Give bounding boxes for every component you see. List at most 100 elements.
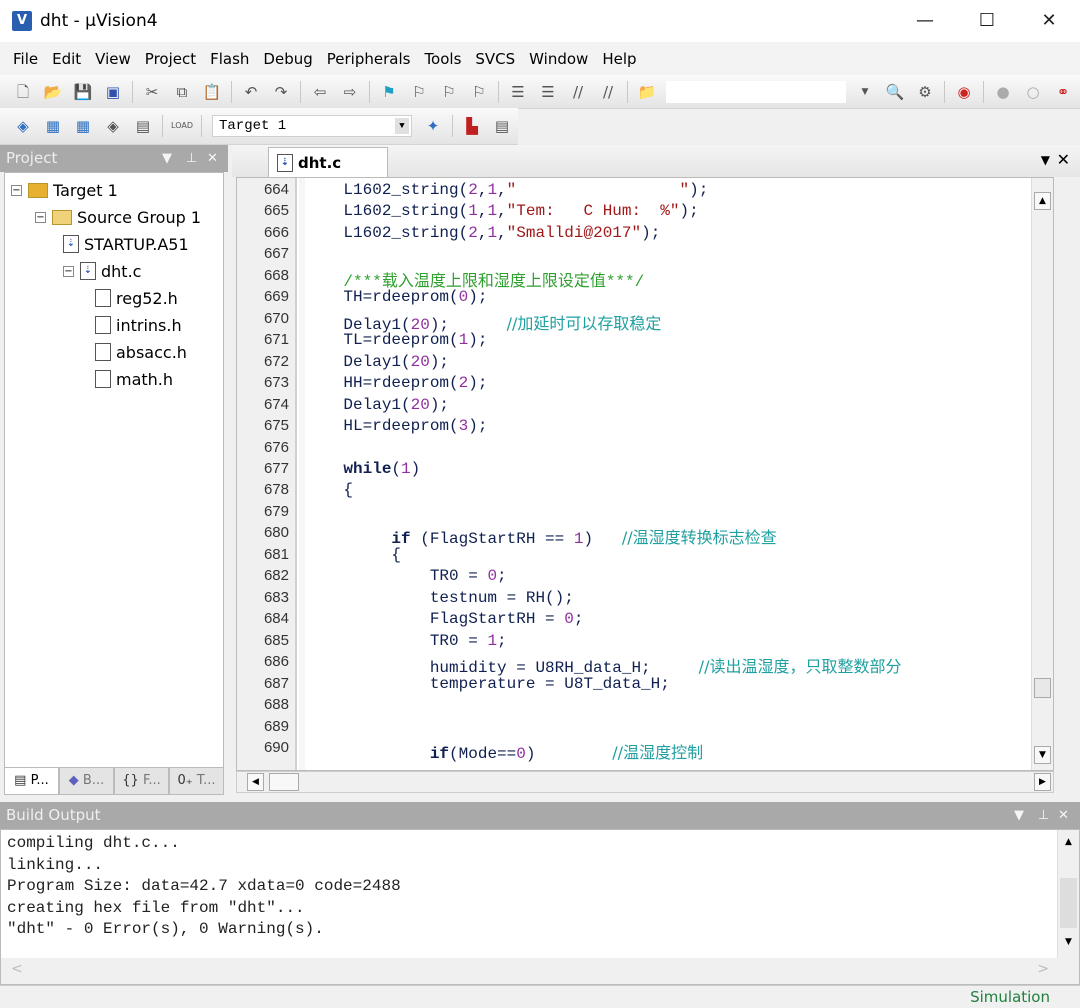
cut-icon[interactable]: ✂	[141, 81, 163, 103]
redo-icon[interactable]: ↷	[270, 81, 292, 103]
translate-icon[interactable]: ◈	[12, 115, 34, 137]
build-icon[interactable]: ▦	[42, 115, 64, 137]
project-tree: − Target 1 − Source Group 1 ⇣ STARTUP.A51 − ⇣ dh…	[4, 172, 224, 768]
batch-build-icon[interactable]: ◈	[102, 115, 124, 137]
save-icon[interactable]: 💾	[72, 81, 94, 103]
scroll-right-icon[interactable]: >	[1037, 961, 1049, 977]
project-panel-title: Project	[6, 149, 58, 167]
menu-peripherals[interactable]: Peripherals	[320, 50, 418, 68]
code-area[interactable]: 664 665 666 667 668 669 670 671 672 673 674 675 676 6…	[236, 177, 1054, 771]
menu-edit[interactable]: Edit	[45, 50, 88, 68]
collapse-icon[interactable]: −	[63, 265, 74, 277]
comment-icon[interactable]: //	[567, 81, 589, 103]
tab-list-icon[interactable]: ▼	[1041, 153, 1050, 167]
scroll-thumb[interactable]	[1060, 878, 1077, 928]
find-icon[interactable]: 🔍	[884, 81, 906, 103]
prev-bookmark-icon[interactable]: ⚐	[408, 81, 430, 103]
disable-breakpoint-icon[interactable]: ○	[1022, 81, 1044, 103]
copy-icon[interactable]: ⧉	[171, 81, 193, 103]
panel-menu-icon[interactable]: ▼	[1014, 802, 1024, 829]
uncomment-icon[interactable]: //	[597, 81, 619, 103]
output-vertical-scrollbar[interactable]: ▲ ▼	[1057, 830, 1079, 958]
project-tab-3[interactable]: 0₊ T...	[169, 767, 224, 795]
menu-help[interactable]: Help	[595, 50, 643, 68]
tree-item[interactable]: math.h	[95, 367, 173, 391]
tree-item[interactable]: absacc.h	[95, 340, 187, 364]
output-horizontal-scrollbar[interactable]: < >	[1, 958, 1079, 984]
open-folder-icon[interactable]: 📂	[42, 81, 64, 103]
hscroll-thumb[interactable]	[269, 773, 299, 791]
horizontal-scrollbar[interactable]: ◀ ▶	[236, 771, 1054, 793]
panel-close-icon[interactable]: ✕	[207, 145, 218, 172]
scroll-left-icon[interactable]: ◀	[247, 773, 264, 791]
download-icon[interactable]: LOAD	[171, 115, 193, 137]
clear-bookmarks-icon[interactable]: ⚐	[468, 81, 490, 103]
find-input[interactable]	[666, 80, 846, 103]
menu-svcs[interactable]: SVCS	[468, 50, 522, 68]
find-in-files-icon[interactable]: 📁	[636, 81, 658, 103]
tree-item[interactable]: ⇣ STARTUP.A51	[63, 232, 189, 256]
scroll-up-icon[interactable]: ▲	[1060, 834, 1077, 852]
scroll-down-icon[interactable]: ▼	[1060, 934, 1077, 952]
menu-debug[interactable]: Debug	[256, 50, 319, 68]
kill-breakpoints-icon[interactable]: ⚭	[1052, 81, 1074, 103]
close-button[interactable]: ✕	[1018, 0, 1080, 42]
incremental-find-icon[interactable]: ⚙	[914, 81, 936, 103]
next-bookmark-icon[interactable]: ⚐	[438, 81, 460, 103]
menu-file[interactable]: File	[6, 50, 45, 68]
tree-item[interactable]: reg52.h	[95, 286, 178, 310]
manage-components-icon[interactable]: ▙	[461, 115, 483, 137]
scroll-right-icon[interactable]: ▶	[1034, 773, 1051, 791]
collapse-icon[interactable]: −	[35, 211, 46, 223]
menu-tools[interactable]: Tools	[417, 50, 468, 68]
tree-item[interactable]: − ⇣ dht.c	[63, 259, 141, 283]
rebuild-icon[interactable]: ▦	[72, 115, 94, 137]
target-options-icon[interactable]: ✦	[422, 115, 444, 137]
new-file-icon[interactable]: 🗋	[12, 81, 34, 103]
paste-icon[interactable]: 📋	[201, 81, 223, 103]
breakpoint-icon[interactable]: ●	[992, 81, 1014, 103]
menu-flash[interactable]: Flash	[203, 50, 256, 68]
project-tab-1[interactable]: ◆ B...	[59, 767, 114, 795]
code-token: 1	[487, 181, 498, 199]
menu-window[interactable]: Window	[522, 50, 595, 68]
code-line: if(Mode==0) //温湿度控制	[305, 739, 703, 763]
code-token: ;	[497, 567, 507, 586]
unindent-icon[interactable]: ☰	[537, 81, 559, 103]
scroll-up-icon[interactable]: ▲	[1034, 192, 1051, 210]
panel-menu-icon[interactable]: ▼	[162, 145, 172, 172]
scroll-left-icon[interactable]: <	[11, 961, 23, 977]
code-token: FlagStartRH =	[305, 610, 565, 629]
stop-build-icon[interactable]: ▤	[132, 115, 154, 137]
tab-close-icon[interactable]: ✕	[1057, 150, 1070, 169]
menu-project[interactable]: Project	[138, 50, 203, 68]
bookmark-icon[interactable]: ⚑	[378, 81, 400, 103]
scroll-thumb[interactable]	[1034, 678, 1051, 698]
code-token: 2	[458, 374, 469, 393]
forward-icon[interactable]: ⇨	[339, 81, 361, 103]
books-icon[interactable]: ▤	[491, 115, 513, 137]
build-output-text[interactable]: ▲ ▼ < > compiling dht.c... linking... Prog…	[0, 829, 1080, 985]
find-dropdown-icon[interactable]: ▼	[854, 81, 876, 103]
tree-item[interactable]: − Target 1	[11, 178, 118, 202]
debug-session-icon[interactable]: ◉	[953, 81, 975, 103]
project-tab-2[interactable]: {} F...	[114, 767, 169, 795]
project-tab-0[interactable]: ▤ P...	[4, 767, 59, 795]
menu-view[interactable]: View	[88, 50, 138, 68]
back-icon[interactable]: ⇦	[309, 81, 331, 103]
panel-close-icon[interactable]: ✕	[1058, 802, 1069, 829]
minimize-button[interactable]: —	[894, 0, 956, 42]
pin-icon[interactable]: ⊥	[186, 145, 197, 172]
tab-dht-c[interactable]: ⇣ dht.c	[268, 147, 388, 177]
tree-item[interactable]: − Source Group 1	[35, 205, 201, 229]
tree-item[interactable]: intrins.h	[95, 313, 182, 337]
indent-icon[interactable]: ☰	[507, 81, 529, 103]
collapse-icon[interactable]: −	[11, 184, 22, 196]
vertical-scrollbar[interactable]: ▲ ▼	[1031, 178, 1053, 770]
undo-icon[interactable]: ↶	[240, 81, 262, 103]
maximize-button[interactable]: ☐	[956, 0, 1018, 42]
scroll-down-icon[interactable]: ▼	[1034, 746, 1051, 764]
target-select[interactable]: Target 1 ▼	[212, 115, 412, 137]
pin-icon[interactable]: ⊥	[1038, 802, 1049, 829]
save-all-icon[interactable]: ▣	[102, 81, 124, 103]
